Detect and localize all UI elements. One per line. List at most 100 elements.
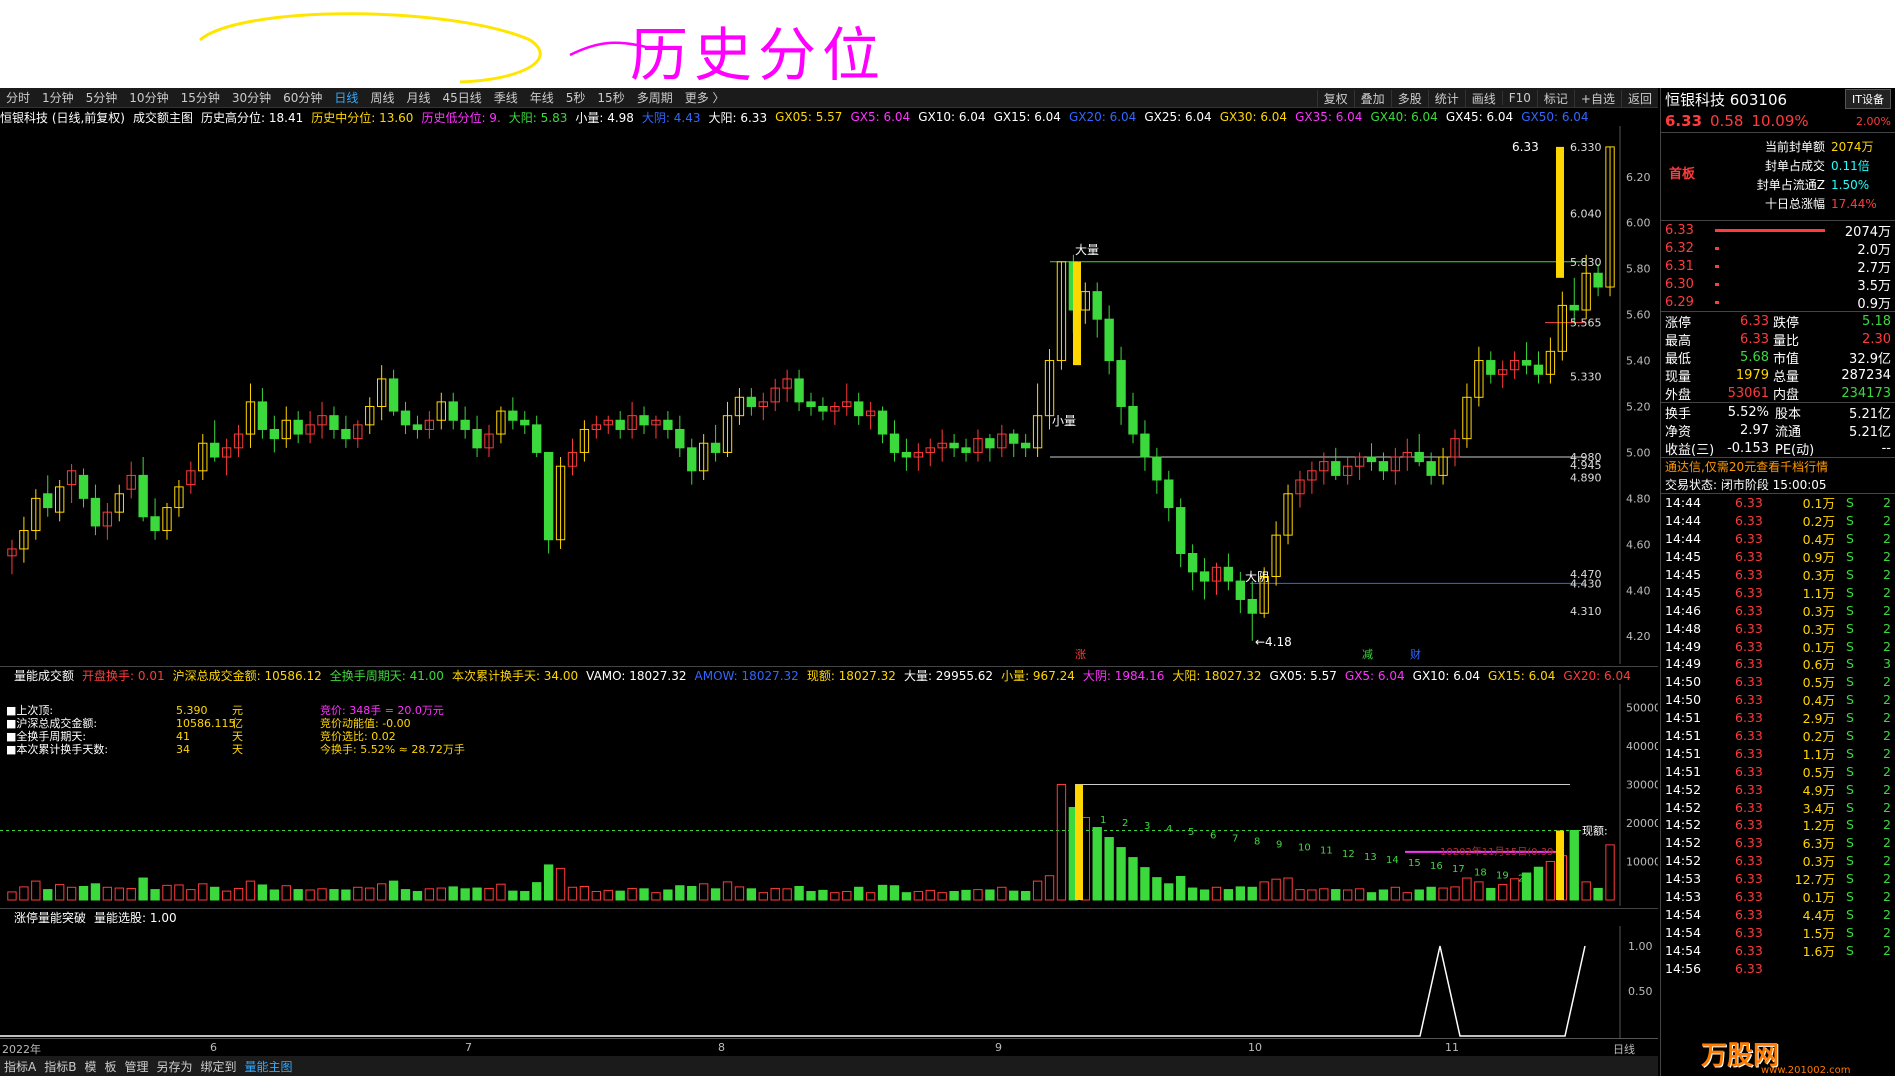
volume-bar: [305, 889, 315, 901]
stat-row: 最高 6.33 量比 2.30: [1661, 330, 1895, 349]
candle: [1164, 470, 1174, 522]
period-14[interactable]: 15秒: [591, 89, 630, 106]
period-1[interactable]: 1分钟: [36, 89, 80, 106]
volume-bar: [1075, 784, 1083, 900]
stat-label: 总量: [1773, 369, 1800, 385]
period-5[interactable]: 30分钟: [226, 89, 277, 106]
period-4[interactable]: 15分钟: [175, 89, 226, 106]
period-13[interactable]: 5秒: [560, 89, 592, 106]
promo-link[interactable]: 通达信,仅需20元查看千档行情: [1661, 457, 1895, 475]
indicator2-chart[interactable]: 1.00 0.50: [0, 926, 1658, 1038]
bid-row[interactable]: 6.31 2.7万: [1661, 257, 1895, 276]
volume-bar: [1140, 867, 1150, 901]
vol-header-8: 大量: 29955.62: [903, 669, 994, 683]
date-label: 10: [1248, 1041, 1262, 1054]
stat-value: 5.68: [1740, 349, 1769, 365]
tick-count: 2: [1883, 584, 1891, 600]
volume-bar: [555, 867, 566, 901]
period-16[interactable]: 更多 〉: [679, 89, 731, 106]
volume-bar: [341, 889, 351, 901]
volume-bar: [520, 891, 530, 901]
stat-value: 53061: [1727, 385, 1769, 401]
tick-time: 14:50: [1665, 674, 1702, 690]
candlestick-chart[interactable]: 大量小量大阴 ←4.18 6.33 涨 减 财 6.20 6.00 5.80 5.60 5.40 5.…: [0, 126, 1658, 664]
volume-chart[interactable]: 50000 40000 30000 20000 10000 现额: 10202年11月15日…: [0, 684, 1658, 906]
period-10[interactable]: 45日线: [436, 89, 487, 106]
indicator2-name[interactable]: 涨停量能突破: [14, 909, 86, 926]
tab-6[interactable]: 绑定到: [197, 1058, 241, 1075]
period-9[interactable]: 月线: [400, 89, 436, 106]
volume-bar: [734, 886, 745, 901]
vol-header-0[interactable]: 量能成交额: [14, 667, 74, 684]
gx-value-10: GX50: 6.04: [1521, 110, 1589, 124]
volume-bar: [1533, 866, 1544, 901]
period-12[interactable]: 年线: [524, 89, 560, 106]
xiaoliang-value: 小量: 4.98: [575, 110, 634, 125]
period-7[interactable]: 日线: [328, 89, 364, 106]
tick-count: 2: [1883, 674, 1891, 690]
sector-tag[interactable]: IT设备: [1845, 89, 1891, 109]
side-change: 0.58: [1710, 112, 1744, 130]
tick-time: 14:51: [1665, 763, 1702, 779]
tab-0[interactable]: 指标A: [0, 1058, 40, 1075]
volume-bar: [162, 884, 172, 901]
tick-volume: 0.3万: [1802, 854, 1835, 870]
tick-side: S: [1846, 692, 1854, 708]
tab-5[interactable]: 另存为: [153, 1058, 197, 1075]
bid-row[interactable]: 6.29 0.9万: [1661, 293, 1895, 312]
tab-4[interactable]: 管理: [120, 1058, 152, 1075]
toolbar-btn-1[interactable]: 叠加: [1353, 89, 1391, 107]
volume-bar: [448, 886, 458, 901]
annotation-banner: 历史分位: [0, 0, 1895, 89]
volume-bar: [567, 886, 578, 901]
tick-list[interactable]: 14:44 6.33 0.1万 S 2 14:44 6.33 0.2万 S 2 14:44 6.33 0…: [1661, 493, 1895, 977]
toolbar-btn-6[interactable]: 标记: [1536, 89, 1574, 107]
volume-bar: [1259, 881, 1269, 901]
candle: [639, 406, 649, 435]
candle: [818, 397, 828, 421]
volume-bar: [865, 892, 876, 901]
toolbar-btn-0[interactable]: 复权: [1316, 89, 1354, 107]
volume-bar: [949, 891, 959, 901]
candle: [758, 392, 768, 421]
toolbar-btn-2[interactable]: 多股: [1390, 89, 1428, 107]
candle: [973, 429, 983, 462]
volume-bar: [877, 884, 888, 901]
volume-bar: [210, 886, 220, 901]
volume-bar: [1187, 887, 1198, 901]
tick-price: 6.33: [1735, 674, 1763, 690]
toolbar-btn-8[interactable]: 返回: [1620, 89, 1658, 107]
period-15[interactable]: 多周期: [631, 89, 679, 106]
indicator-name[interactable]: 成交额主图: [133, 109, 193, 126]
tab-1[interactable]: 指标B: [40, 1058, 80, 1075]
toolbar-btn-4[interactable]: 画线: [1464, 89, 1502, 107]
tab-2[interactable]: 模: [80, 1058, 100, 1075]
vol-info-label: ■本次累计换手天数:: [6, 742, 108, 756]
candle: [1474, 346, 1484, 407]
period-3[interactable]: 10分钟: [123, 89, 174, 106]
bid-row[interactable]: 6.33 2074万: [1661, 221, 1895, 240]
candle: [1080, 282, 1090, 324]
bid-row[interactable]: 6.30 3.5万: [1661, 275, 1895, 294]
volume-bar: [484, 887, 494, 901]
tab-3[interactable]: 板: [100, 1058, 120, 1075]
tab-7[interactable]: 量能主图: [241, 1058, 297, 1075]
candle: [472, 415, 482, 458]
tick-side: S: [1846, 656, 1854, 672]
tick-price: 6.33: [1735, 817, 1763, 833]
date-label[interactable]: 日线: [1613, 1041, 1635, 1057]
toolbar-btn-7[interactable]: +自选: [1573, 89, 1621, 107]
vol-tick: 20000: [1626, 817, 1658, 830]
period-0[interactable]: 分时: [0, 89, 36, 106]
period-2[interactable]: 5分钟: [80, 89, 124, 106]
toolbar-btn-3[interactable]: 统计: [1427, 89, 1465, 107]
candle: [567, 438, 578, 476]
tick-time: 14:54: [1665, 942, 1702, 958]
period-6[interactable]: 60分钟: [277, 89, 328, 106]
period-11[interactable]: 季线: [488, 89, 524, 106]
period-8[interactable]: 周线: [364, 89, 400, 106]
toolbar-btn-5[interactable]: F10: [1501, 91, 1537, 105]
volume-bar: [710, 888, 721, 901]
candle: [901, 438, 912, 471]
bid-row[interactable]: 6.32 2.0万: [1661, 239, 1895, 258]
